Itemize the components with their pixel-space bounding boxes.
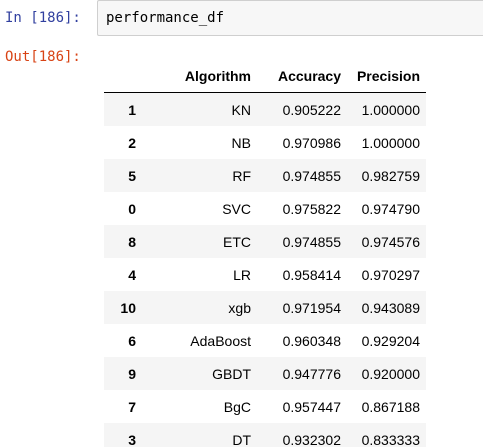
cell-precision: 1.000000 xyxy=(361,101,420,118)
table-row: 6 AdaBoost 0.960348 0.929204 xyxy=(104,324,426,357)
row-index: 7 xyxy=(128,398,136,415)
row-index: 0 xyxy=(128,200,136,217)
cell-precision: 0.974790 xyxy=(361,200,420,217)
cell-precision: 0.974576 xyxy=(361,233,420,250)
table-row: 3 DT 0.932302 0.833333 xyxy=(104,423,426,447)
cell-precision: 0.833333 xyxy=(361,431,420,447)
index-header xyxy=(104,59,139,93)
table-row: 5 RF 0.974855 0.982759 xyxy=(104,159,426,192)
cell-precision: 0.970297 xyxy=(361,266,420,283)
cell-precision: 0.920000 xyxy=(361,365,420,382)
column-header-precision: Precision xyxy=(344,59,426,93)
cell-precision: 0.867188 xyxy=(361,398,420,415)
cell-algorithm: ETC xyxy=(223,233,251,250)
dataframe-table: Algorithm Accuracy Precision 1 KN 0.905222… xyxy=(104,59,426,447)
cell-accuracy: 0.970986 xyxy=(282,134,341,151)
row-index: 5 xyxy=(128,167,136,184)
cell-algorithm: BgC xyxy=(223,398,251,415)
table-row: 2 NB 0.970986 1.000000 xyxy=(104,126,426,159)
cell-algorithm: DT xyxy=(232,431,251,447)
row-index: 6 xyxy=(128,332,136,349)
row-index: 10 xyxy=(120,299,136,316)
table-row: 9 GBDT 0.947776 0.920000 xyxy=(104,357,426,390)
cell-algorithm: LR xyxy=(233,266,251,283)
cell-precision: 0.982759 xyxy=(361,167,420,184)
output-prompt: Out[186]: xyxy=(5,49,81,65)
cell-algorithm: NB xyxy=(231,134,251,151)
table-header-row: Algorithm Accuracy Precision xyxy=(104,59,426,93)
row-index: 9 xyxy=(128,365,136,382)
row-index: 2 xyxy=(128,134,136,151)
cell-accuracy: 0.905222 xyxy=(282,101,341,118)
row-index: 4 xyxy=(128,266,136,283)
cell-algorithm: GBDT xyxy=(212,365,251,382)
row-index: 8 xyxy=(128,233,136,250)
table-row: 1 KN 0.905222 1.000000 xyxy=(104,92,426,126)
cell-accuracy: 0.960348 xyxy=(282,332,341,349)
cell-accuracy: 0.975822 xyxy=(282,200,341,217)
table-body: 1 KN 0.905222 1.000000 2 NB 0.970986 1.000000 5 R… xyxy=(104,92,426,447)
cell-accuracy: 0.958414 xyxy=(282,266,341,283)
column-header-algorithm: Algorithm xyxy=(139,59,259,93)
row-index: 3 xyxy=(128,431,136,447)
table-row: 8 ETC 0.974855 0.974576 xyxy=(104,225,426,258)
cell-algorithm: SVC xyxy=(222,200,251,217)
notebook-cell: In [186]: performance_df Out[186]: Algor… xyxy=(0,0,483,447)
cell-algorithm: RF xyxy=(232,167,251,184)
cell-algorithm: KN xyxy=(231,101,251,118)
cell-precision: 0.943089 xyxy=(361,299,420,316)
cell-accuracy: 0.947776 xyxy=(282,365,341,382)
table-row: 0 SVC 0.975822 0.974790 xyxy=(104,192,426,225)
cell-precision: 0.929204 xyxy=(361,332,420,349)
cell-algorithm: xgb xyxy=(228,299,251,316)
table-row: 10 xgb 0.971954 0.943089 xyxy=(104,291,426,324)
cell-accuracy: 0.932302 xyxy=(282,431,341,447)
code-text[interactable]: performance_df xyxy=(106,9,224,27)
column-header-accuracy: Accuracy xyxy=(259,59,344,93)
cell-accuracy: 0.957447 xyxy=(282,398,341,415)
code-input-area[interactable]: performance_df xyxy=(97,0,483,36)
cell-accuracy: 0.974855 xyxy=(282,167,341,184)
table-row: 4 LR 0.958414 0.970297 xyxy=(104,258,426,291)
cell-algorithm: AdaBoost xyxy=(190,332,251,349)
input-prompt: In [186]: xyxy=(5,10,81,26)
row-index: 1 xyxy=(128,101,136,118)
cell-accuracy: 0.974855 xyxy=(282,233,341,250)
cell-accuracy: 0.971954 xyxy=(282,299,341,316)
cell-precision: 1.000000 xyxy=(361,134,420,151)
table-row: 7 BgC 0.957447 0.867188 xyxy=(104,390,426,423)
